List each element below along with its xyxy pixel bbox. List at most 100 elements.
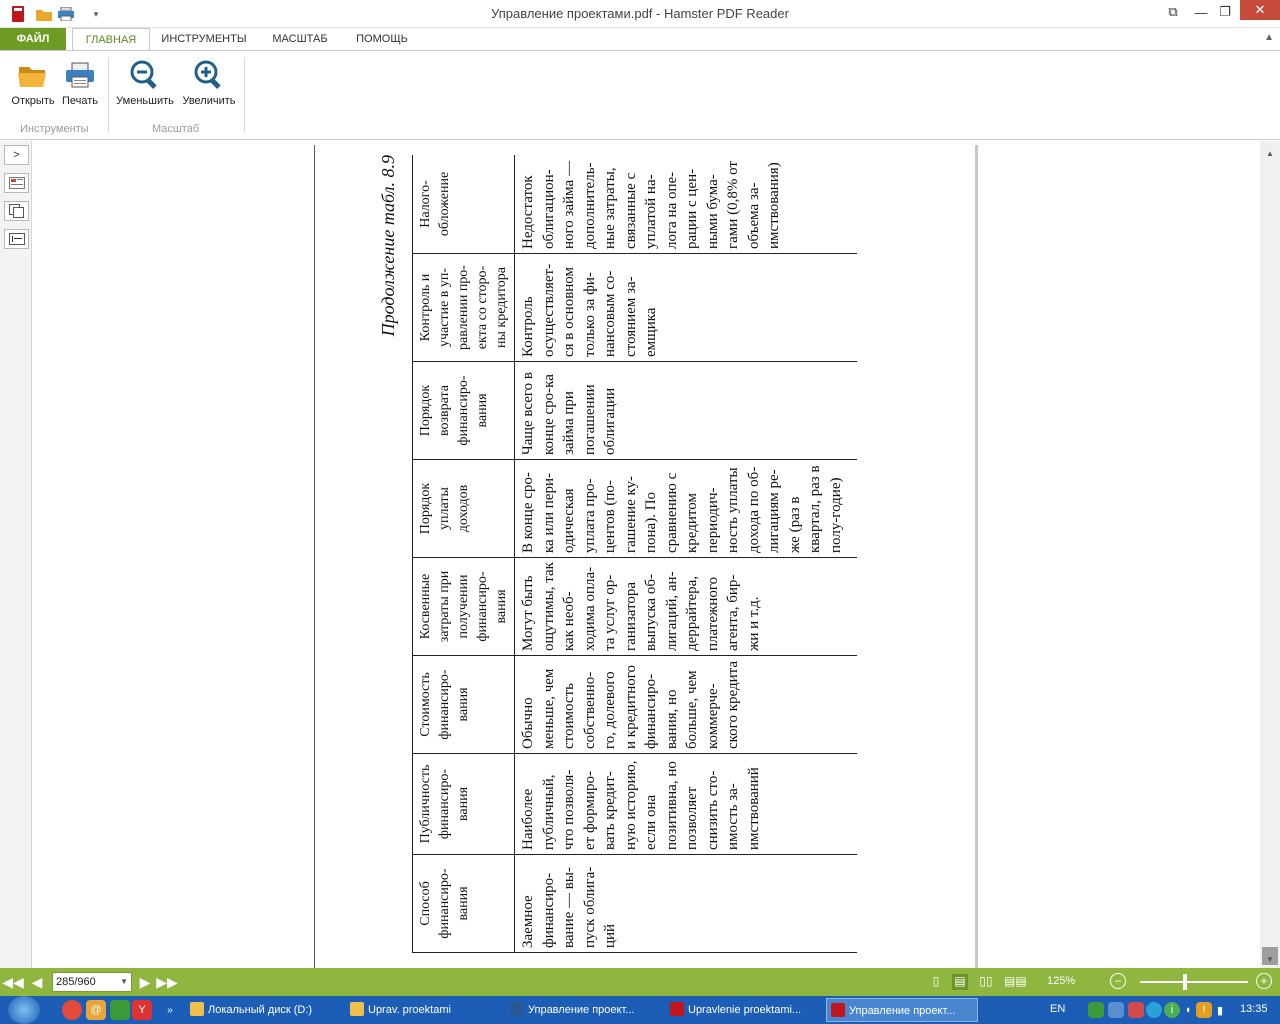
zoom-out-icon (129, 59, 161, 91)
table-cell: Заемное финансиро-вание — вы-пуск облига… (514, 854, 857, 953)
fullscreen-button[interactable]: ⧉ (1160, 0, 1186, 24)
task-label: Локальный диск (D:) (208, 1004, 313, 1016)
word-icon (510, 1002, 524, 1016)
tray-flag-icon[interactable] (1128, 1002, 1144, 1018)
print-label: Печать (61, 95, 99, 107)
window-title: Управление проектами.pdf - Hamster PDF R… (491, 6, 789, 21)
language-indicator[interactable]: EN (1050, 1003, 1065, 1015)
pages-icon[interactable] (4, 201, 29, 221)
zoom-in-label: Увеличить (182, 95, 236, 107)
tray-app-icon[interactable] (1088, 1002, 1104, 1018)
table-header-cell: Косвенные затраты при получении финансир… (412, 557, 515, 656)
table-cell: Обычно меньше, чем стоимость собственно-… (514, 655, 857, 754)
tab-help[interactable]: ПОМОЩЬ (346, 28, 418, 50)
taskbar-task[interactable]: Upravlenie proektami... (666, 998, 822, 1022)
tray-keyboard-icon[interactable] (1108, 1002, 1124, 1018)
yandex-icon[interactable]: Y (132, 1000, 152, 1020)
tray-sound-icon[interactable]: ◖ (1180, 1002, 1196, 1018)
thumbnails-icon[interactable] (4, 173, 29, 193)
print-button[interactable]: Печать (54, 59, 106, 107)
table-row: Заемное финансиро-вание — вы-пуск облига… (514, 155, 857, 953)
table-header-cell: Способ финансиро-вания (412, 854, 515, 953)
table-header-cell: Налого-обложение (412, 155, 515, 254)
table-header-row: Способ финансиро-вания Публичность финан… (412, 155, 515, 953)
continuous-view-icon[interactable]: ▤ (952, 974, 968, 990)
table-header-cell: Публичность финансиро-вания (412, 753, 515, 855)
prev-page-icon[interactable]: ◀ (28, 973, 46, 991)
tab-file[interactable]: ФАЙЛ (0, 28, 66, 50)
tab-tools[interactable]: ИНСТРУМЕНТЫ (156, 28, 252, 50)
group-divider (244, 57, 245, 133)
table-header-cell: Контроль и участие в уп-равлении про-ект… (412, 253, 515, 362)
tab-home[interactable]: ГЛАВНАЯ (72, 28, 150, 51)
open-label: Открыть (11, 95, 55, 107)
chrome-icon[interactable] (62, 1000, 82, 1020)
tray-network-icon[interactable]: ▮ (1212, 1002, 1228, 1018)
expand-panel-icon[interactable]: > (4, 145, 29, 165)
bookmarks-icon[interactable] (4, 229, 29, 249)
zoom-slider-thumb[interactable] (1183, 974, 1188, 990)
minimize-button[interactable]: — (1188, 0, 1214, 24)
ribbon: Открыть Печать Уменьшить Увеличить Инстр… (0, 50, 1280, 140)
vertical-scrollbar[interactable]: ▲ ▼ (1260, 141, 1280, 968)
table-header-cell: Порядок уплаты доходов (412, 459, 515, 558)
first-page-icon[interactable]: ◀◀ (2, 973, 24, 991)
zoom-in-icon (193, 59, 225, 91)
start-button-icon[interactable] (8, 996, 40, 1024)
zoom-minus-icon[interactable]: − (1110, 973, 1126, 989)
open-button[interactable]: Открыть (7, 59, 59, 107)
table-caption: Продолжение табл. 8.9 (378, 155, 398, 337)
group-divider (108, 57, 109, 133)
taskbar-task[interactable]: Uprav. proektami (346, 998, 502, 1022)
single-page-view-icon[interactable]: ▯ (928, 974, 944, 990)
next-page-icon[interactable]: ▶ (136, 973, 154, 991)
folder-icon (190, 1002, 204, 1016)
tray-skype-icon[interactable] (1146, 1002, 1162, 1018)
status-bar: ◀◀ ◀ 285/960 ▼ ▶ ▶▶ ▯ ▤ ▯▯ ▤▤ 125% − + (0, 968, 1280, 996)
printer-icon (64, 59, 96, 91)
folder-open-icon (17, 59, 49, 91)
zoom-out-button[interactable]: Уменьшить (115, 59, 175, 107)
scroll-down-icon[interactable]: ▼ (1260, 951, 1280, 967)
zoom-plus-icon[interactable]: + (1256, 973, 1272, 989)
task-label: Управление проект... (528, 1004, 635, 1016)
page-left-edge (314, 145, 315, 968)
table-cell: Чаще всего в конце сро-ка займа при пога… (514, 361, 857, 460)
table-header-cell: Порядок возврата финансиро-вания (412, 361, 515, 460)
side-panel: > (0, 141, 32, 968)
table-cell: Наиболее публичный, что позволя-ет форми… (514, 753, 857, 855)
maximize-button[interactable]: ❐ (1212, 0, 1238, 24)
taskbar-task-active[interactable]: Управление проект... (826, 998, 978, 1022)
close-button[interactable]: ✕ (1240, 0, 1280, 20)
tray-warning-icon[interactable]: ! (1196, 1002, 1212, 1018)
taskbar-task[interactable]: Управление проект... (506, 998, 662, 1022)
page-dropdown-icon[interactable]: ▼ (120, 973, 128, 991)
page-number-value: 285/960 (56, 976, 96, 988)
task-label: Upravlenie proektami... (688, 1004, 802, 1016)
page-number-input[interactable]: 285/960 ▼ (52, 972, 132, 992)
table-cell: В конце сро-ка или пери-одическая уплата… (514, 459, 857, 558)
table-cell: Недостаток облигацион-ного займа — допол… (514, 155, 857, 254)
two-page-continuous-view-icon[interactable]: ▤▤ (1004, 974, 1027, 990)
ribbon-collapse-icon[interactable]: ▲ (1264, 32, 1274, 43)
last-page-icon[interactable]: ▶▶ (156, 973, 178, 991)
title-bar: ▾ Управление проектами.pdf - Hamster PDF… (0, 0, 1280, 28)
app-shortcut-icon[interactable] (110, 1000, 130, 1020)
financing-table: Способ финансиро-вания Публичность финан… (412, 155, 857, 953)
table-cell: Могут быть ощутимы, так как необ-ходима … (514, 557, 857, 656)
taskbar-task[interactable]: Локальный диск (D:) (186, 998, 342, 1022)
tray-info-icon[interactable]: i (1164, 1002, 1180, 1018)
scale-group-label: Масштаб (152, 123, 200, 135)
zoom-slider[interactable] (1140, 981, 1248, 983)
scroll-up-icon[interactable]: ▲ (1260, 145, 1280, 161)
mail-icon[interactable]: @ (86, 1000, 106, 1020)
zoom-in-button[interactable]: Увеличить (179, 59, 239, 107)
two-page-view-icon[interactable]: ▯▯ (978, 974, 994, 990)
page-right-edge (975, 145, 978, 968)
pdf-stack-icon (670, 1002, 684, 1016)
more-shortcuts-icon[interactable]: » (160, 1000, 180, 1020)
clock[interactable]: 13:35 (1240, 1003, 1268, 1015)
tab-scale[interactable]: МАСШТАБ (264, 28, 336, 50)
app-window: ▾ Управление проектами.pdf - Hamster PDF… (0, 0, 1280, 1024)
ribbon-tabs: ФАЙЛ ГЛАВНАЯ ИНСТРУМЕНТЫ МАСШТАБ ПОМОЩЬ … (0, 28, 1280, 51)
